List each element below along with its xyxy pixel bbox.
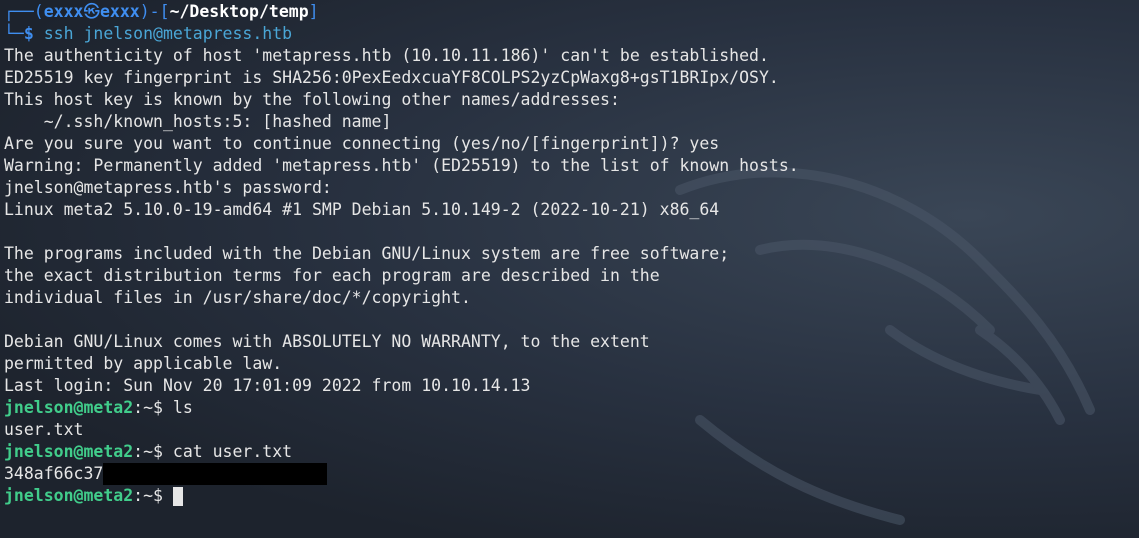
prompt-at-icon: ㉿ [83, 2, 101, 21]
remote-userhost: jnelson@meta2 [4, 486, 134, 505]
output-line: user.txt [4, 420, 84, 439]
output-line: The authenticity of host 'metapress.htb … [4, 46, 769, 65]
output-line: Debian GNU/Linux comes with ABSOLUTELY N… [4, 332, 650, 351]
output-line: Last login: Sun Nov 20 17:01:09 2022 fro… [4, 376, 531, 395]
remote-prompt-rest: :~$ [133, 398, 173, 417]
prompt-separator: )-[ [139, 2, 170, 21]
output-line: permitted by applicable law. [4, 354, 283, 373]
redaction-box [103, 463, 328, 485]
prompt-close-bracket: ] [308, 2, 319, 21]
remote-prompt-line: jnelson@meta2:~$ ls [4, 397, 1139, 419]
flag-visible-part: 348af66c37 [4, 464, 104, 483]
prompt-path: ~/Desktop/temp [169, 2, 309, 21]
remote-userhost: jnelson@meta2 [4, 398, 134, 417]
remote-prompt-line: jnelson@meta2:~$ cat user.txt [4, 441, 1139, 463]
output-line: Linux meta2 5.10.0-19-amd64 #1 SMP Debia… [4, 200, 720, 219]
output-line: the exact distribution terms for each pr… [4, 266, 660, 285]
cat-command: cat user.txt [172, 442, 293, 461]
output-line: This host key is known by the following … [4, 90, 620, 109]
remote-prompt-rest: :~$ [133, 442, 173, 461]
prompt-dollar: $ [23, 24, 34, 43]
prompt-header-line: ┌──(exxx㉿exxx)-[~/Desktop/temp] [4, 1, 1139, 23]
output-line: ~/.ssh/known_hosts:5: [hashed name] [4, 112, 392, 131]
ssh-command: ssh jnelson@metapress.htb [43, 24, 293, 43]
prompt-host: exxx [100, 2, 140, 21]
output-line: The programs included with the Debian GN… [4, 244, 730, 263]
prompt-user: exxx [43, 2, 84, 21]
terminal-window[interactable]: ┌──(exxx㉿exxx)-[~/Desktop/temp] └─$ ssh … [4, 1, 1139, 538]
text-cursor[interactable] [172, 487, 183, 506]
flag-output-line: 348af66c37 [4, 463, 1139, 485]
output-line: ED25519 key fingerprint is SHA256:0PexEe… [4, 68, 779, 87]
output-line: jnelson@metapress.htb's password: [4, 178, 332, 197]
active-prompt-line[interactable]: jnelson@meta2:~$ [4, 485, 1139, 507]
command-line: └─$ ssh jnelson@metapress.htb [4, 23, 1139, 45]
output-line: Warning: Permanently added 'metapress.ht… [4, 156, 799, 175]
ls-command: ls [172, 398, 193, 417]
remote-userhost: jnelson@meta2 [4, 442, 134, 461]
prompt-corner-top: ┌──( [4, 2, 44, 21]
output-line: Are you sure you want to continue connec… [4, 134, 720, 153]
remote-prompt-rest: :~$ [133, 486, 173, 505]
output-line: individual files in /usr/share/doc/*/cop… [4, 288, 471, 307]
prompt-corner-bottom: └─ [4, 24, 24, 43]
